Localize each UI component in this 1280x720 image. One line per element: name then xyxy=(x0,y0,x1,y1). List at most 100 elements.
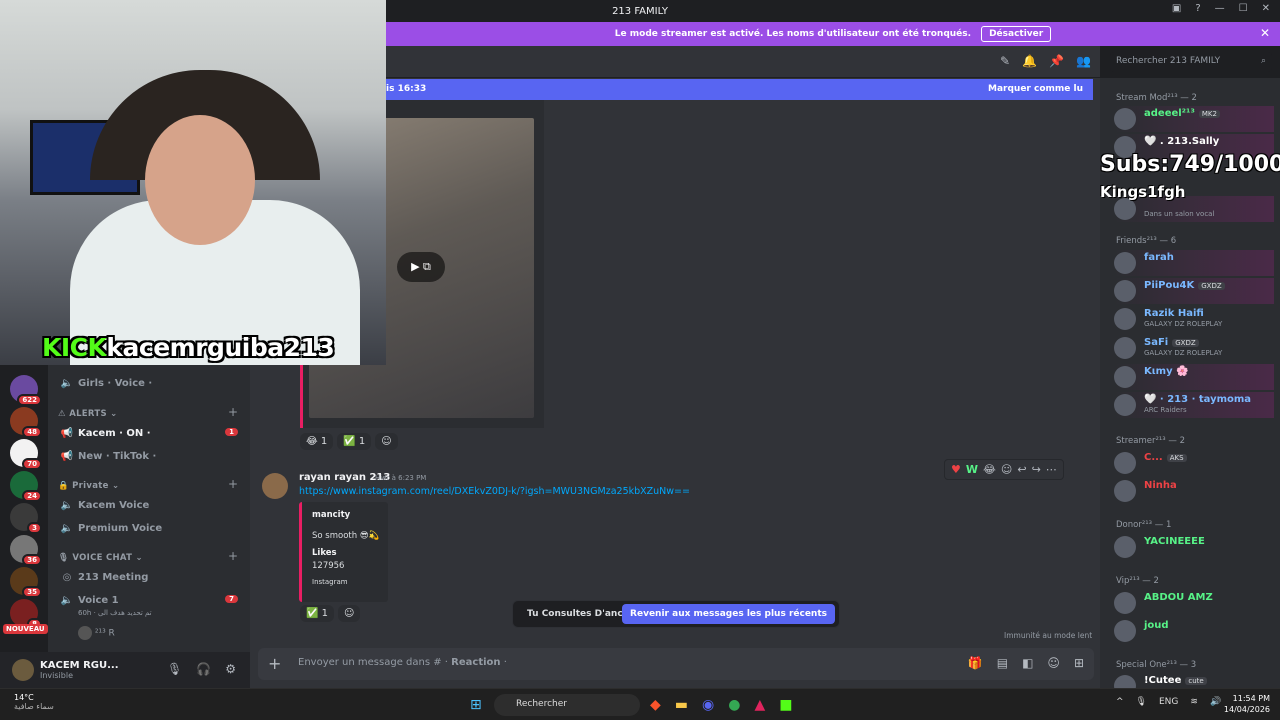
headphones-icon[interactable]: 🎧 xyxy=(196,662,211,676)
chrome-icon[interactable]: ● xyxy=(728,697,740,713)
category-alerts[interactable]: ⚠ ALERTS ⌄ xyxy=(58,409,118,419)
mic-icon[interactable]: 🎙 xyxy=(1136,697,1147,707)
volume-icon[interactable]: 🔊 xyxy=(1210,697,1221,707)
composer-channel: Reaction xyxy=(451,657,501,668)
emoji-icon[interactable]: ☺ xyxy=(1047,656,1060,670)
threads-icon[interactable]: ✎ xyxy=(1000,54,1010,68)
member-item[interactable]: farah xyxy=(1114,250,1274,276)
maximize-button[interactable]: ☐ xyxy=(1239,3,1248,14)
mark-read-button[interactable]: Marquer comme lu xyxy=(988,84,1083,94)
sticker-icon[interactable]: ◧ xyxy=(1022,656,1033,670)
wifi-icon[interactable]: ≋ xyxy=(1190,697,1198,707)
gif-icon[interactable]: ▤ xyxy=(997,656,1008,670)
reaction-count: 1 xyxy=(320,436,328,447)
category-voice-chat[interactable]: 🎙 VOICE CHAT ⌄ xyxy=(58,553,143,563)
add-channel-icon[interactable]: + xyxy=(228,549,238,563)
play-icon[interactable]: ▶ ⧉ xyxy=(397,252,445,282)
server-icon[interactable]: 24 xyxy=(10,471,42,502)
server-icon[interactable]: 35 xyxy=(10,567,42,598)
message-link[interactable]: https://www.instagram.com/reel/DXEkvZ0DJ… xyxy=(299,486,690,497)
close-icon[interactable]: ✕ xyxy=(1260,26,1270,40)
inbox-icon[interactable]: ▣ xyxy=(1172,3,1181,14)
add-reaction-icon[interactable]: ☺ xyxy=(338,605,361,622)
member-category: Vip²¹³ — 2 xyxy=(1116,576,1159,586)
reply-icon[interactable]: ↩ xyxy=(1017,463,1026,476)
member-item[interactable]: PiiPou4K GXDZ xyxy=(1114,278,1274,304)
gift-icon[interactable]: 🎁 xyxy=(968,656,983,670)
reaction-laugh[interactable]: 😂 1 xyxy=(300,433,334,450)
member-activity: GALAXY DZ ROLEPLAY xyxy=(1144,320,1223,328)
member-item[interactable]: adeeel²¹³ MK2 xyxy=(1114,106,1274,132)
apps-icon[interactable]: ⊞ xyxy=(1074,656,1084,670)
member-item[interactable]: Kιmy 🌸 xyxy=(1114,364,1274,390)
windows-start-icon[interactable]: ⊞ xyxy=(470,697,482,713)
member-item[interactable]: ABDOU AMZ xyxy=(1114,590,1274,616)
avatar[interactable] xyxy=(12,659,34,681)
minimize-button[interactable]: — xyxy=(1215,3,1225,14)
members-icon[interactable]: 👥 xyxy=(1076,54,1091,68)
webcam-overlay xyxy=(0,0,386,365)
add-reaction-icon[interactable]: ☺ xyxy=(375,433,398,450)
app-icon[interactable]: ▲ xyxy=(754,697,765,713)
member-name-text: Kιmy 🌸 xyxy=(1144,366,1189,377)
channel-voice-1[interactable]: 🔈 Voice 1 7 xyxy=(48,590,250,610)
bell-icon[interactable]: 🔔 xyxy=(1022,54,1037,68)
heart-icon[interactable]: ♥ xyxy=(951,463,961,476)
add-reaction-icon[interactable]: ☺ xyxy=(1001,463,1012,476)
folder-icon[interactable]: ▬ xyxy=(675,697,688,713)
member-item[interactable]: Razik Haifi GALAXY DZ ROLEPLAY xyxy=(1114,306,1274,332)
brave-icon[interactable]: ◆ xyxy=(650,697,661,713)
search-input[interactable]: Rechercher 213 FAMILY ⌕ xyxy=(1110,52,1272,72)
voice-user[interactable]: ²¹³ R xyxy=(78,626,115,640)
help-icon[interactable]: ? xyxy=(1195,3,1200,14)
server-icon[interactable]: 3 xyxy=(10,503,42,534)
pin-icon[interactable]: 📌 xyxy=(1049,54,1064,68)
member-item[interactable]: SaFi GXDZ GALAXY DZ ROLEPLAY xyxy=(1114,335,1274,361)
more-icon[interactable]: ⋯ xyxy=(1046,463,1057,476)
gear-icon[interactable]: ⚙ xyxy=(225,662,236,676)
reaction-check[interactable]: ✅ 1 xyxy=(300,605,335,622)
member-item[interactable]: 🤍 · 213 · taymoma ARC Raiders xyxy=(1114,392,1274,418)
add-channel-icon[interactable]: + xyxy=(228,405,238,419)
member-item[interactable]: C... AKS xyxy=(1114,450,1274,476)
channel-kacem-on[interactable]: 📢 Kacem · ON · 1 xyxy=(48,423,250,443)
member-tag: cute xyxy=(1185,677,1207,685)
channel-213-meeting[interactable]: ◎ 213 Meeting xyxy=(48,567,250,587)
member-item[interactable]: joud xyxy=(1114,618,1274,644)
category-private[interactable]: 🔒 Private ⌄ xyxy=(58,481,119,491)
user-info[interactable]: KACEM RGU... Invisible xyxy=(40,660,119,680)
disable-streamer-button[interactable]: Désactiver xyxy=(981,26,1052,42)
weather-widget[interactable]: 14°C سماء صافية xyxy=(14,693,54,711)
mic-icon[interactable]: 🎙 xyxy=(167,662,182,676)
channel-new-tiktok[interactable]: 📢 New · TikTok · xyxy=(48,446,250,466)
w-emoji-icon[interactable]: W xyxy=(966,463,978,476)
message-composer[interactable]: + Envoyer un message dans # · Reaction ·… xyxy=(258,648,1094,680)
server-icon[interactable]: 48 xyxy=(10,407,42,438)
new-messages-bar[interactable]: is 16:33 Marquer comme lu xyxy=(386,79,1093,100)
laugh-icon[interactable]: 😂 xyxy=(983,463,996,476)
member-item[interactable]: YACINEEEE xyxy=(1114,534,1274,560)
close-button[interactable]: ✕ xyxy=(1262,3,1270,14)
avatar[interactable] xyxy=(262,473,288,499)
server-icon[interactable]: 622 xyxy=(10,375,42,406)
channel-girls-voice[interactable]: 🔈 Girls · Voice · xyxy=(48,373,250,393)
embed-likes-count: 127956 xyxy=(312,561,345,571)
member-item[interactable]: Ninha xyxy=(1114,478,1274,504)
jump-to-present-button[interactable]: Revenir aux messages les plus récents xyxy=(622,604,835,624)
channel-kacem-voice[interactable]: 🔈 Kacem Voice xyxy=(48,495,250,515)
server-icon[interactable]: 8 xyxy=(10,599,42,630)
discord-icon[interactable]: ◉ xyxy=(702,697,714,713)
app-icon[interactable]: ■ xyxy=(779,697,792,713)
embed-author[interactable]: mancity xyxy=(312,510,350,520)
server-icon[interactable]: 70 xyxy=(10,439,42,470)
forward-icon[interactable]: ↪ xyxy=(1032,463,1041,476)
clock[interactable]: 11:54 PM 14/04/2026 xyxy=(1222,693,1270,715)
server-icon[interactable]: 36 xyxy=(10,535,42,566)
taskbar-search[interactable]: Rechercher xyxy=(494,694,640,716)
language-indicator[interactable]: ENG xyxy=(1159,697,1178,707)
chevron-up-icon[interactable]: ^ xyxy=(1116,697,1124,707)
channel-premium-voice[interactable]: 🔈 Premium Voice xyxy=(48,518,250,538)
reaction-check[interactable]: ✅ 1 xyxy=(337,433,372,450)
add-channel-icon[interactable]: + xyxy=(228,477,238,491)
upload-icon[interactable]: + xyxy=(268,654,281,673)
